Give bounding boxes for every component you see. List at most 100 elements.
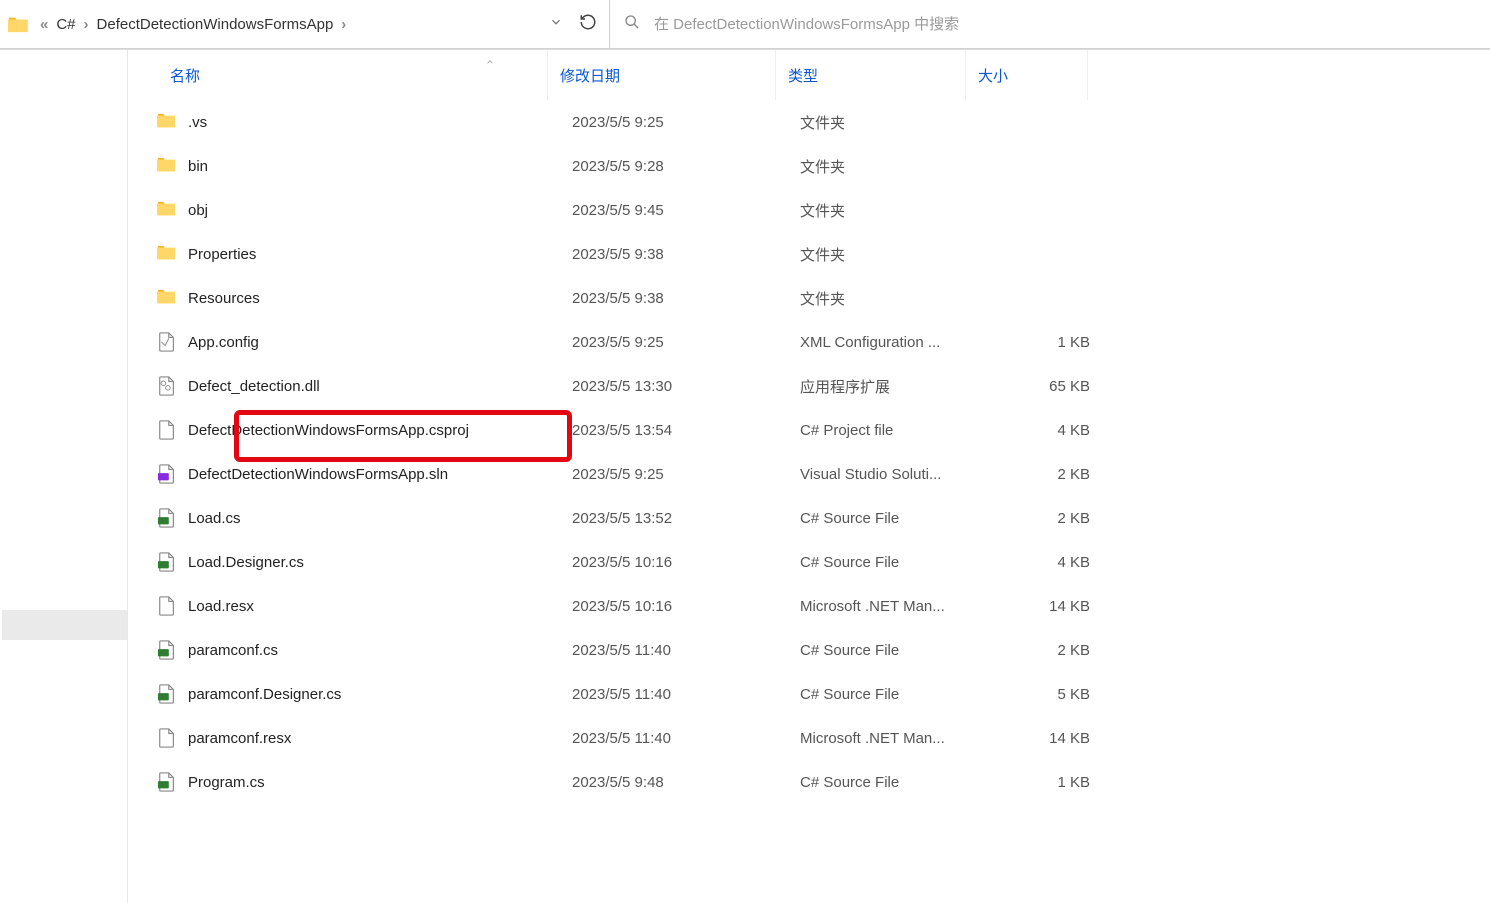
file-size: 65 KB	[990, 378, 1100, 395]
file-date: 2023/5/5 13:54	[572, 422, 800, 439]
file-type: C# Source File	[800, 774, 990, 791]
file-date: 2023/5/5 9:38	[572, 246, 800, 263]
file-dll-icon	[152, 376, 182, 396]
file-cs-icon	[152, 508, 182, 528]
navigation-pane[interactable]	[0, 50, 128, 903]
file-type: 文件夹	[800, 200, 990, 221]
table-row[interactable]: Load.cs2023/5/5 13:52C# Source File2 KB	[128, 496, 1490, 540]
file-date: 2023/5/5 9:25	[572, 334, 800, 351]
breadcrumb-item-current[interactable]: DefectDetectionWindowsFormsApp	[93, 16, 338, 33]
file-type: Microsoft .NET Man...	[800, 598, 990, 615]
column-header-date[interactable]: 修改日期	[548, 50, 776, 100]
file-type: 文件夹	[800, 112, 990, 133]
search-input[interactable]	[654, 16, 1476, 33]
main-area: 名称 修改日期 类型 大小 .vs2023/5/5 9:25文件夹bin2023…	[0, 50, 1490, 903]
file-date: 2023/5/5 11:40	[572, 730, 800, 747]
breadcrumb-sep-back[interactable]: «	[36, 16, 52, 33]
column-header-size[interactable]: 大小	[966, 50, 1088, 100]
breadcrumb[interactable]: « C# › DefectDetectionWindowsFormsApp ›	[0, 0, 610, 49]
table-row[interactable]: Load.resx2023/5/5 10:16Microsoft .NET Ma…	[128, 584, 1490, 628]
file-date: 2023/5/5 11:40	[572, 642, 800, 659]
file-date: 2023/5/5 11:40	[572, 686, 800, 703]
file-sln-icon	[152, 464, 182, 484]
file-type: C# Project file	[800, 422, 990, 439]
file-size: 4 KB	[990, 422, 1100, 439]
file-name: obj	[182, 202, 572, 219]
file-type: XML Configuration ...	[800, 334, 990, 351]
file-date: 2023/5/5 9:25	[572, 466, 800, 483]
file-cs-icon	[152, 772, 182, 792]
folder-icon	[152, 244, 182, 264]
file-type: Microsoft .NET Man...	[800, 730, 990, 747]
file-name: Load.cs	[182, 510, 572, 527]
refresh-button[interactable]	[579, 13, 597, 36]
breadcrumb-sep-1: ›	[80, 16, 93, 33]
table-row[interactable]: App.config2023/5/5 9:25XML Configuration…	[128, 320, 1490, 364]
folder-icon	[152, 200, 182, 220]
file-name: Load.Designer.cs	[182, 554, 572, 571]
table-row[interactable]: DefectDetectionWindowsFormsApp.csproj202…	[128, 408, 1490, 452]
file-date: 2023/5/5 9:28	[572, 158, 800, 175]
file-date: 2023/5/5 9:38	[572, 290, 800, 307]
file-name: .vs	[182, 114, 572, 131]
file-type: 文件夹	[800, 156, 990, 177]
file-size: 1 KB	[990, 774, 1100, 791]
folder-icon	[152, 112, 182, 132]
file-rows: .vs2023/5/5 9:25文件夹bin2023/5/5 9:28文件夹ob…	[128, 100, 1490, 804]
table-row[interactable]: paramconf.Designer.cs2023/5/5 11:40C# So…	[128, 672, 1490, 716]
file-date: 2023/5/5 10:16	[572, 598, 800, 615]
file-type: C# Source File	[800, 510, 990, 527]
address-and-search-bar: « C# › DefectDetectionWindowsFormsApp ›	[0, 0, 1490, 50]
file-name: bin	[182, 158, 572, 175]
file-cs-icon	[152, 640, 182, 660]
search-icon	[624, 14, 640, 35]
search-box[interactable]	[610, 0, 1490, 49]
file-date: 2023/5/5 9:25	[572, 114, 800, 131]
file-date: 2023/5/5 9:48	[572, 774, 800, 791]
file-name: DefectDetectionWindowsFormsApp.sln	[182, 466, 572, 483]
file-cs-icon	[152, 552, 182, 572]
table-row[interactable]: paramconf.cs2023/5/5 11:40C# Source File…	[128, 628, 1490, 672]
file-size: 2 KB	[990, 466, 1100, 483]
table-row[interactable]: bin2023/5/5 9:28文件夹	[128, 144, 1490, 188]
file-date: 2023/5/5 13:30	[572, 378, 800, 395]
file-icon	[152, 728, 182, 748]
file-size: 14 KB	[990, 598, 1100, 615]
file-type: 文件夹	[800, 288, 990, 309]
recent-locations-button[interactable]	[549, 15, 563, 34]
table-row[interactable]: Load.Designer.cs2023/5/5 10:16C# Source …	[128, 540, 1490, 584]
breadcrumb-item-parent[interactable]: C#	[52, 16, 79, 33]
file-size: 4 KB	[990, 554, 1100, 571]
table-row[interactable]: Resources2023/5/5 9:38文件夹	[128, 276, 1490, 320]
file-name: Program.cs	[182, 774, 572, 791]
file-list-pane: 名称 修改日期 类型 大小 .vs2023/5/5 9:25文件夹bin2023…	[128, 50, 1490, 903]
table-row[interactable]: .vs2023/5/5 9:25文件夹	[128, 100, 1490, 144]
file-config-icon	[152, 332, 182, 352]
table-row[interactable]: paramconf.resx2023/5/5 11:40Microsoft .N…	[128, 716, 1490, 760]
file-size: 5 KB	[990, 686, 1100, 703]
file-size: 2 KB	[990, 642, 1100, 659]
file-type: C# Source File	[800, 554, 990, 571]
file-name: Resources	[182, 290, 572, 307]
file-type: 应用程序扩展	[800, 376, 990, 397]
column-header-type[interactable]: 类型	[776, 50, 966, 100]
breadcrumb-sep-2: ›	[337, 16, 350, 33]
file-date: 2023/5/5 10:16	[572, 554, 800, 571]
table-row[interactable]: DefectDetectionWindowsFormsApp.sln2023/5…	[128, 452, 1490, 496]
file-size: 2 KB	[990, 510, 1100, 527]
table-row[interactable]: obj2023/5/5 9:45文件夹	[128, 188, 1490, 232]
file-name: DefectDetectionWindowsFormsApp.csproj	[182, 422, 572, 439]
folder-icon	[152, 156, 182, 176]
sort-ascending-icon	[484, 56, 496, 70]
nav-selected-item[interactable]	[2, 610, 127, 640]
file-icon	[152, 596, 182, 616]
file-type: C# Source File	[800, 686, 990, 703]
file-type: C# Source File	[800, 642, 990, 659]
file-name: paramconf.cs	[182, 642, 572, 659]
file-icon	[152, 420, 182, 440]
table-row[interactable]: Defect_detection.dll2023/5/5 13:30应用程序扩展…	[128, 364, 1490, 408]
file-name: paramconf.resx	[182, 730, 572, 747]
table-row[interactable]: Program.cs2023/5/5 9:48C# Source File1 K…	[128, 760, 1490, 804]
table-row[interactable]: Properties2023/5/5 9:38文件夹	[128, 232, 1490, 276]
file-date: 2023/5/5 13:52	[572, 510, 800, 527]
